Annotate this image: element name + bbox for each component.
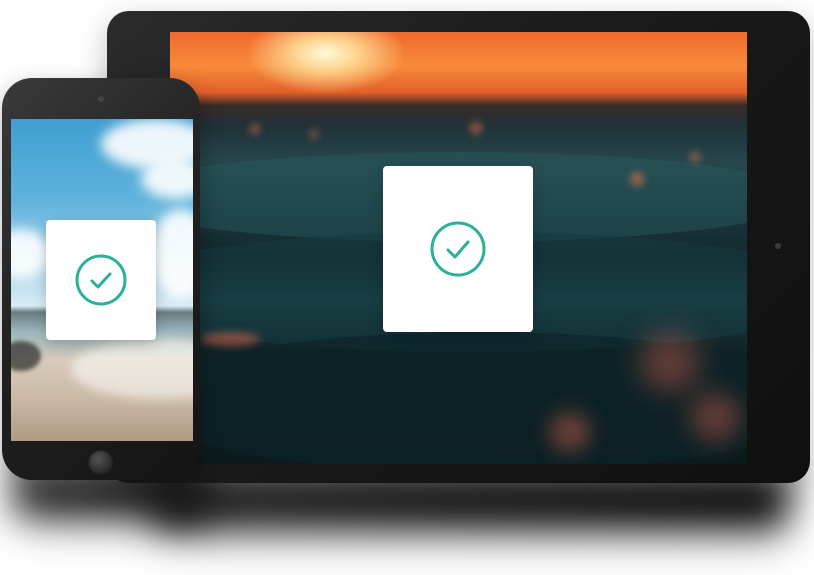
cloud-shape [151, 209, 193, 299]
rock-shape [11, 341, 41, 371]
bokeh-light [640, 332, 700, 392]
cloud-shape [11, 229, 51, 279]
surf-shape [71, 339, 193, 399]
bokeh-light [630, 172, 644, 186]
checkmark-circle-icon [429, 220, 487, 278]
checkmark-circle-icon [74, 253, 128, 307]
bokeh-light [470, 122, 482, 134]
phone-check-card [46, 220, 156, 340]
bokeh-light [690, 152, 700, 162]
tablet-camera [775, 243, 781, 249]
phone-camera [98, 96, 104, 102]
phone-home-button [88, 450, 114, 476]
bokeh-light [550, 412, 590, 452]
bokeh-light [690, 392, 740, 442]
bokeh-light [250, 124, 260, 134]
bokeh-light [200, 332, 260, 346]
cloud-shape [141, 159, 193, 199]
tablet-check-card [383, 166, 533, 332]
devices-illustration [0, 0, 814, 575]
bokeh-light [310, 130, 318, 138]
